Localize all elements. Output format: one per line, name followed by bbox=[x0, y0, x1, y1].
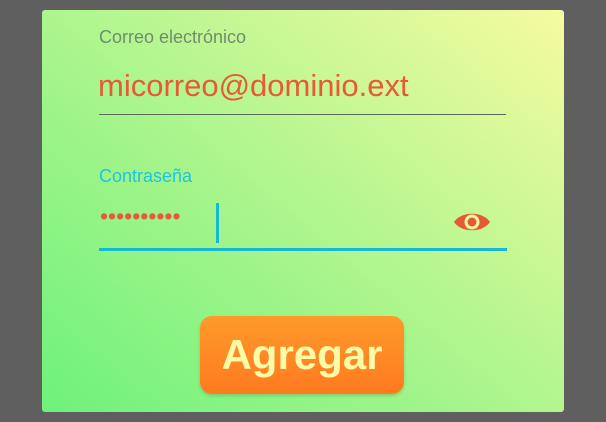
email-underline bbox=[99, 114, 506, 115]
email-input[interactable]: micorreo@dominio.ext bbox=[98, 68, 409, 104]
password-underline bbox=[99, 248, 507, 251]
agregar-button[interactable]: Agregar bbox=[200, 316, 404, 394]
text-caret bbox=[216, 203, 219, 243]
eye-icon[interactable] bbox=[452, 208, 492, 236]
email-field-label: Correo electrónico bbox=[99, 27, 247, 47]
password-field-label: Contraseña bbox=[99, 166, 193, 186]
password-input[interactable]: •••••••••• bbox=[100, 203, 181, 230]
form-card: Correo electrónico micorreo@dominio.ext … bbox=[42, 10, 564, 412]
